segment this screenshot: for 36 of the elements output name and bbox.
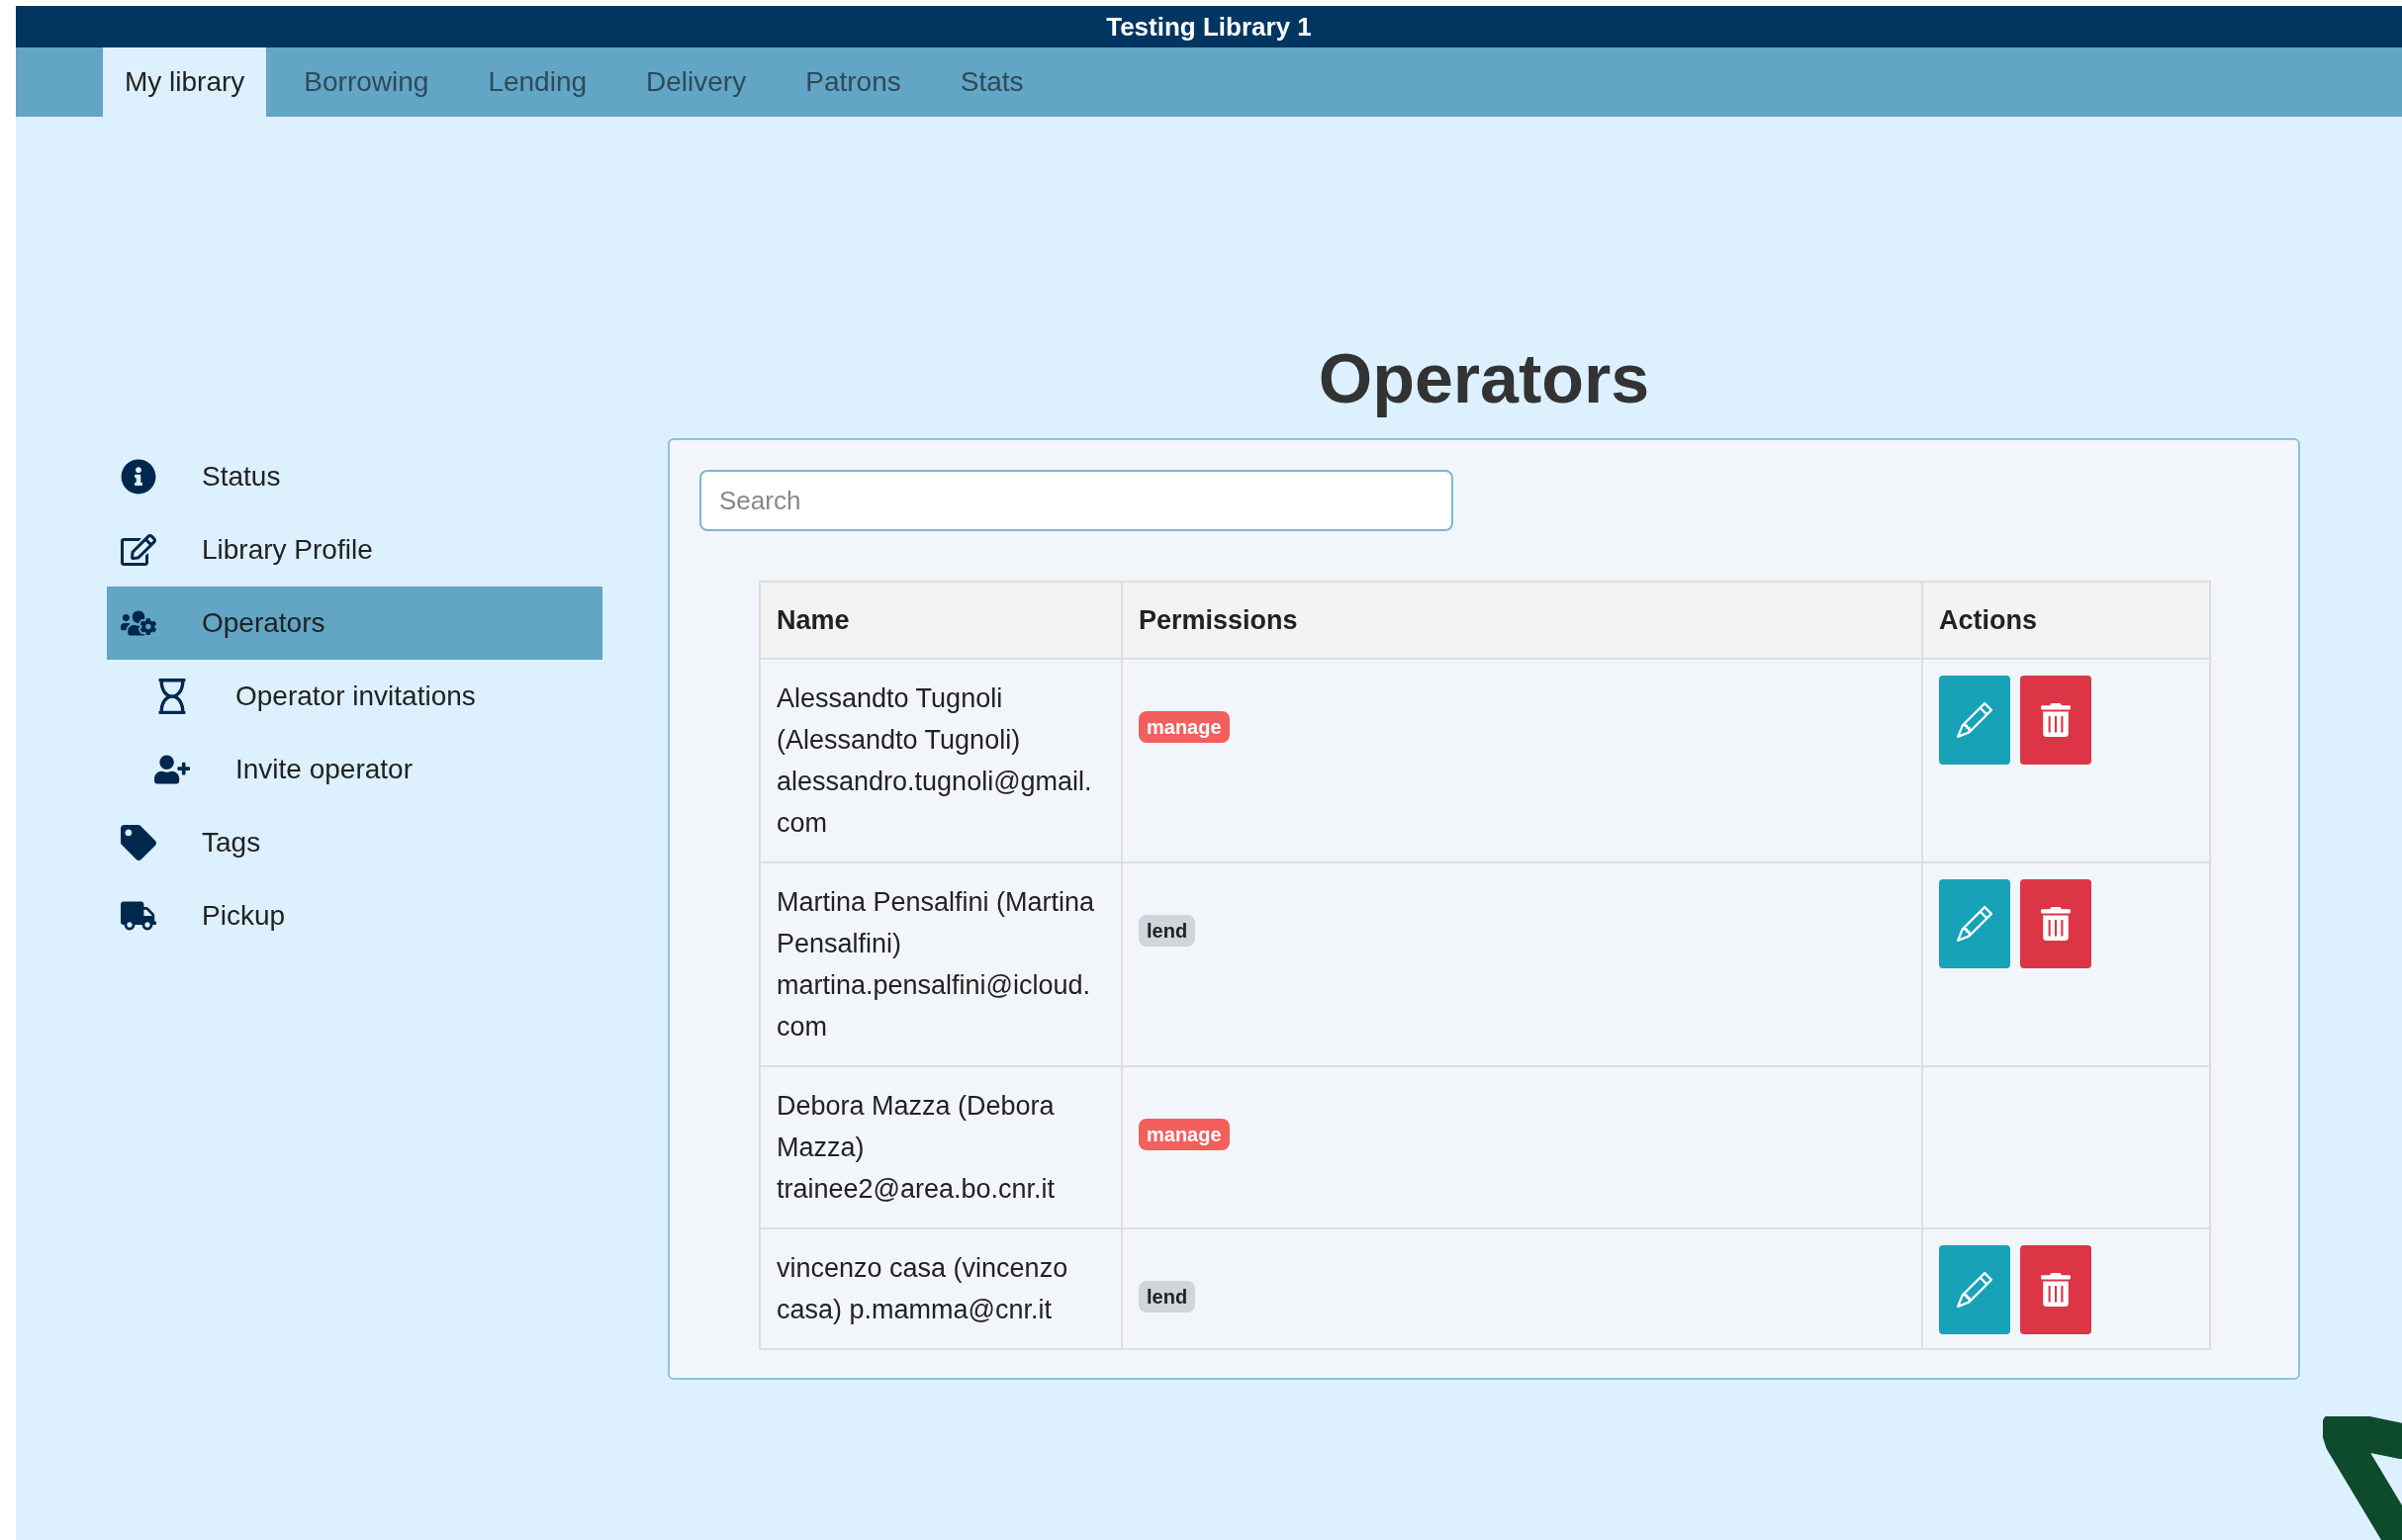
sidebar-item[interactable]: Tags	[107, 806, 602, 879]
pencil-icon	[1957, 702, 1992, 738]
column-header: Permissions	[1122, 582, 1922, 659]
table-cell: Martina Pensalfini (Martina Pensalfini) martina.pensalfini@icloud.com	[760, 862, 1122, 1066]
permission-badge: lend	[1139, 915, 1196, 947]
edit-button[interactable]	[1939, 1245, 2010, 1334]
sidebar-item[interactable]: Library Profile	[107, 513, 602, 587]
trash-icon	[2041, 907, 2071, 941]
table-cell: Alessandto Tugnoli (Alessandto Tugnoli) alessandro.tugnoli@gmail.com	[760, 659, 1122, 862]
edit-button[interactable]	[1939, 879, 2010, 968]
column-header: Name	[760, 582, 1122, 659]
pencil-icon	[1957, 906, 1992, 942]
delete-button[interactable]	[2020, 1245, 2091, 1334]
sidebar-item[interactable]: Operators	[107, 587, 602, 660]
edit-button[interactable]	[1939, 676, 2010, 765]
trash-icon	[2041, 1273, 2071, 1307]
edit-icon	[121, 532, 156, 568]
permission-badge: manage	[1139, 1119, 1230, 1150]
sidebar-item[interactable]: Invite operator	[107, 733, 602, 806]
permission-badge: manage	[1139, 711, 1230, 743]
table-cell: vincenzo casa (vincenzo casa) p.mamma@cnr.it	[760, 1228, 1122, 1349]
delete-button[interactable]	[2020, 879, 2091, 968]
info-icon	[121, 459, 156, 495]
sidebar-item[interactable]: Pickup	[107, 879, 602, 952]
pencil-icon	[1957, 1272, 1992, 1308]
table-cell: Debora Mazza (Debora Mazza) trainee2@area.bo.cnr.it	[760, 1066, 1122, 1228]
permission-badge: lend	[1139, 1281, 1196, 1313]
nav-tab[interactable]: My library	[103, 47, 267, 117]
column-header: Actions	[1922, 582, 2210, 659]
search-field[interactable]: Search	[699, 470, 1453, 531]
trash-icon	[2041, 703, 2071, 737]
window-title: Testing Library 1	[1106, 10, 1312, 44]
tag-icon	[121, 825, 156, 861]
delete-button[interactable]	[2020, 676, 2091, 765]
sidebar-item[interactable]: Status	[107, 440, 602, 513]
sidebar-item[interactable]: Operator invitations	[107, 660, 602, 733]
